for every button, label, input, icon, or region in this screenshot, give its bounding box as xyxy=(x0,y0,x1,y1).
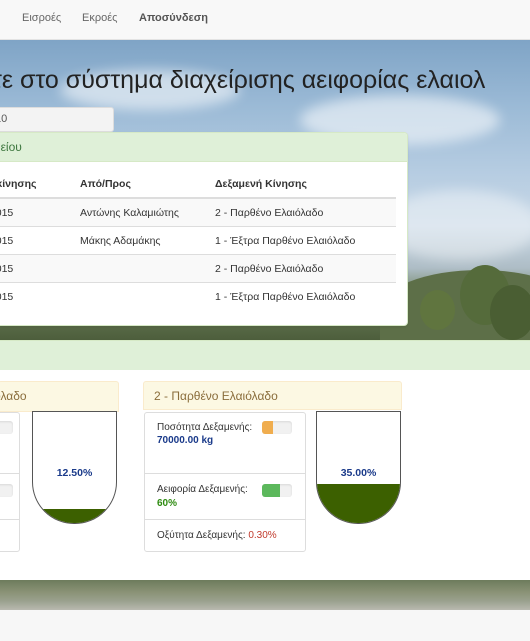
tank2-quantity-row: Ποσότητα Δεξαμενής: 70000.00 kg xyxy=(145,413,305,474)
tank2-header: 2 - Παρθένο Ελαιόλαδο xyxy=(143,381,402,410)
table-row: /2015 2 - Παρθένο Ελαιόλαδο xyxy=(0,254,396,283)
nav-logout-link[interactable]: Αποσύνδεση xyxy=(139,12,208,24)
tank1-sustainability-bar xyxy=(0,484,13,497)
tank2-acidity-row: Οξύτητα Δεξαμενής: 0.30% xyxy=(145,520,305,551)
movements-table: α κίνησης Από/Προς Δεξαμενή Κίνησης /201… xyxy=(0,171,396,310)
cell-date: /2015 xyxy=(0,282,80,310)
column-header-date: α κίνησης xyxy=(0,171,80,199)
table-row: /2015 Μάκης Αδαμάκης 1 - Έξτρα Παρθένο Ε… xyxy=(0,226,396,255)
panel-title: ιβείου xyxy=(0,133,407,162)
tank2-info-box: Ποσότητα Δεξαμενής: 70000.00 kg Αειφορία… xyxy=(144,412,306,552)
cell-tank: 1 - Έξτρα Παρθένο Ελαιόλαδο xyxy=(215,282,396,310)
column-header-from-to: Από/Προς xyxy=(80,171,215,199)
tank2-sustainability-label: Αειφορία Δεξαμενής: xyxy=(157,484,248,495)
tank1-quantity-row xyxy=(0,413,19,474)
nav-outflows-link[interactable]: Εκροές xyxy=(82,12,117,24)
tank2-acidity-label: Οξύτητα Δεξαμενής: xyxy=(157,530,246,541)
column-header-tank: Δεξαμενή Κίνησης xyxy=(215,171,396,199)
navbar: Εισροές Εκροές Αποσύνδεση xyxy=(0,0,530,40)
tank2-quantity-bar xyxy=(262,421,292,434)
cell-date: /2015 xyxy=(0,197,80,227)
tank2-vessel: 35.00% xyxy=(316,411,401,524)
recent-movements-panel: ιβείου α κίνησης Από/Προς Δεξαμενή Κίνησ… xyxy=(0,132,408,326)
background-photo-bottom xyxy=(0,580,530,610)
tank2-sustainability-bar xyxy=(262,484,292,497)
tank1-info-box xyxy=(0,412,20,552)
cell-tank: 2 - Παρθένο Ελαιόλαδο xyxy=(215,197,396,227)
tank2-sustainability-bar-fill xyxy=(262,484,280,497)
tank1-sustainability-row xyxy=(0,474,19,520)
table-row: /2015 1 - Έξτρα Παρθένο Ελαιόλαδο xyxy=(0,282,396,310)
tank2-acidity-value: 0.30% xyxy=(248,530,277,541)
nav-inflows-link[interactable]: Εισροές xyxy=(22,12,61,24)
cell-from-to xyxy=(80,254,215,283)
tank1-quantity-bar xyxy=(0,421,13,434)
cell-from-to: Μάκης Αδαμάκης xyxy=(80,226,215,255)
tanks-panel-heading xyxy=(0,340,530,372)
cell-tank: 2 - Παρθένο Ελαιόλαδο xyxy=(215,254,396,283)
tank2-sustainability-value: 60% xyxy=(157,498,178,509)
tank1-oil-level xyxy=(33,509,116,523)
cell-from-to: Αντώνης Καλαμιώτης xyxy=(80,197,215,227)
tanks-panel-body: όλαδο 12.50% 2 - Παρθένο Ελαιόλαδο Ποσότ… xyxy=(0,370,530,580)
clock-display: :10 xyxy=(0,107,114,132)
tank2-oil-level xyxy=(317,484,400,523)
tank2-quantity-bar-fill xyxy=(262,421,273,434)
tank1-header: όλαδο xyxy=(0,381,119,412)
tank2-sustainability-row: Αειφορία Δεξαμενής: 60% xyxy=(145,474,305,520)
cell-tank: 1 - Έξτρα Παρθένο Ελαιόλαδο xyxy=(215,226,396,255)
tank1-fill-label: 12.50% xyxy=(56,467,93,479)
cell-date: /2015 xyxy=(0,226,80,255)
cell-date: /2015 xyxy=(0,254,80,283)
tank2-fill-label: 35.00% xyxy=(340,467,377,479)
table-row: /2015 Αντώνης Καλαμιώτης 2 - Παρθένο Ελα… xyxy=(0,197,396,227)
welcome-headline: τε στο σύστημα διαχείρισης αειφορίας ελα… xyxy=(0,66,486,94)
footer xyxy=(0,610,530,641)
tank2-quantity-label: Ποσότητα Δεξαμενής: xyxy=(157,422,253,433)
cell-from-to xyxy=(80,282,215,310)
tank2-quantity-value: 70000.00 kg xyxy=(157,435,214,446)
tank1-vessel: 12.50% xyxy=(32,411,117,524)
